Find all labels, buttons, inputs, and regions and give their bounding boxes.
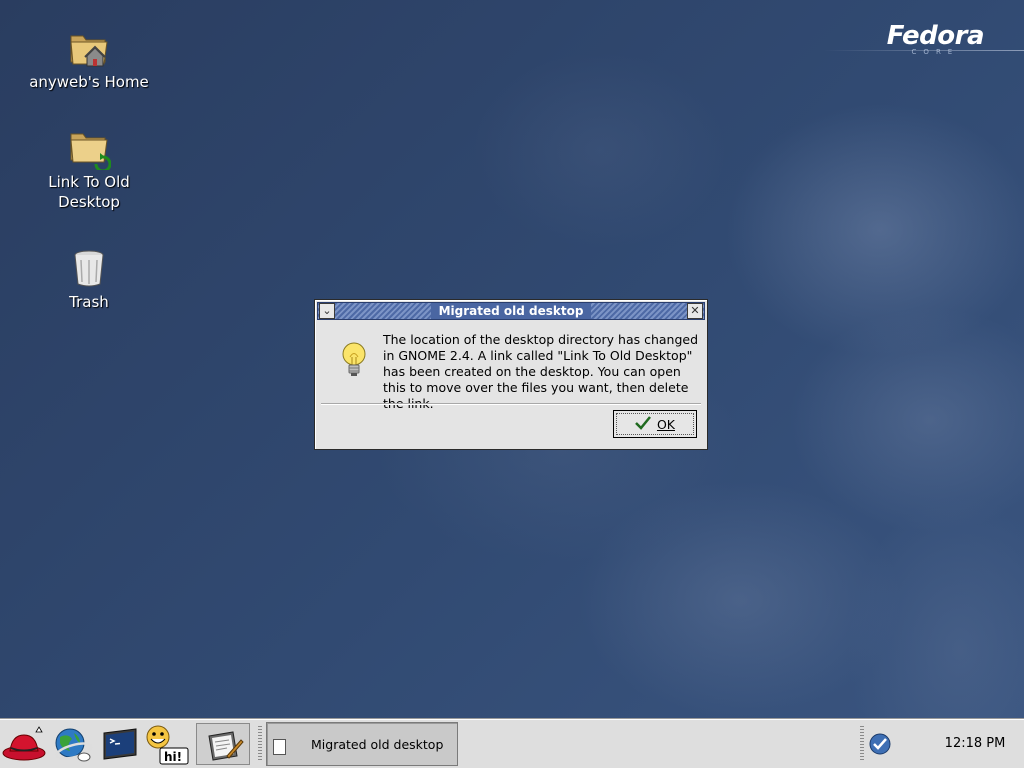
fedora-logo-word: Fedora — [886, 21, 985, 51]
dialog-title: Migrated old desktop — [430, 303, 592, 319]
web-browser-launcher[interactable] — [50, 723, 94, 765]
desktop: Fedora CORE anyweb's Home Link To Old De… — [0, 0, 1024, 719]
fedora-logo-line — [824, 50, 1024, 51]
chevron-down-icon: ⌄ — [322, 304, 332, 317]
gaim-launcher[interactable]: hi! — [144, 723, 189, 765]
redhat-menu-button[interactable] — [2, 723, 46, 765]
desktop-icon-trash[interactable]: Trash — [24, 246, 154, 312]
lightbulb-icon — [339, 340, 369, 380]
panel-handle[interactable] — [258, 726, 262, 762]
hi-badge-text: hi! — [164, 750, 183, 764]
dialog-message: The location of the desktop directory ha… — [383, 332, 699, 411]
terminal-icon — [98, 728, 142, 768]
window-icon — [273, 739, 286, 755]
trash-icon — [67, 246, 111, 290]
taskbar-item-migrated-old-desktop[interactable]: Migrated old desktop — [266, 722, 458, 766]
folder-link-icon — [67, 126, 112, 173]
notes-editor-icon — [203, 726, 245, 767]
window-menu-button[interactable]: ⌄ — [319, 303, 335, 319]
web-browser-icon — [50, 728, 94, 768]
checkmark-icon — [635, 415, 651, 433]
dialog-separator — [321, 403, 701, 405]
redhat-menu-icon — [2, 726, 48, 768]
desktop-icon-label: anyweb's Home — [29, 73, 149, 91]
taskbar-item-label: Migrated old desktop — [311, 737, 444, 752]
close-icon: ✕ — [690, 304, 700, 317]
desktop-icon-home[interactable]: anyweb's Home — [24, 26, 154, 92]
desktop-icon-label: Link To Old Desktop — [48, 173, 130, 211]
notes-editor-launcher[interactable] — [196, 723, 250, 765]
panel-clock[interactable]: 12:18 PM — [930, 720, 1020, 768]
ok-button[interactable]: OK — [613, 410, 697, 438]
desktop-icon-link-old-desktop[interactable]: Link To Old Desktop — [24, 126, 154, 212]
bottom-panel: hi! Migrated old desktop 12:18 PM — [0, 719, 1024, 768]
dialog-titlebar[interactable]: ⌄ Migrated old desktop ✕ — [317, 302, 705, 320]
terminal-launcher[interactable] — [98, 723, 142, 765]
ok-button-label: OK — [656, 416, 676, 432]
update-checkmark-icon[interactable] — [869, 733, 891, 755]
panel-handle[interactable] — [860, 726, 864, 762]
desktop-icon-label: Trash — [69, 293, 109, 311]
migrated-desktop-dialog: ⌄ Migrated old desktop ✕ The location of… — [314, 299, 708, 450]
close-button[interactable]: ✕ — [687, 303, 703, 319]
home-folder-icon — [67, 26, 111, 70]
